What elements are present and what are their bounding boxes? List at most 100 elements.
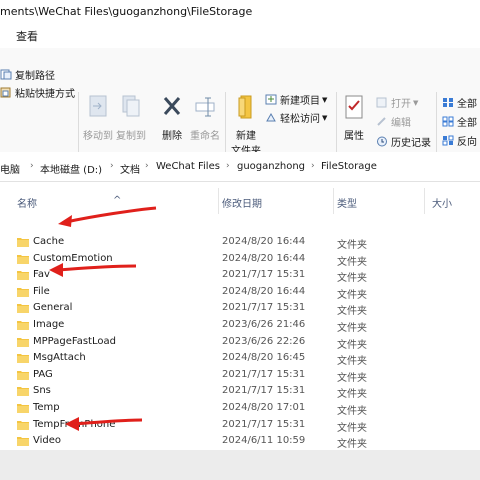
select-all-button[interactable]: 全部 bbox=[442, 95, 477, 110]
column-name-header[interactable]: 名称 bbox=[17, 195, 37, 210]
column-size-header[interactable]: 大小 bbox=[432, 195, 452, 210]
column-divider[interactable] bbox=[333, 188, 334, 214]
edit-button[interactable]: 编辑 bbox=[376, 114, 411, 129]
move-to-icon bbox=[89, 95, 107, 117]
column-divider[interactable] bbox=[424, 188, 425, 214]
select-none-button[interactable]: 全部 bbox=[442, 114, 477, 129]
file-row[interactable]: File 2024/8/20 16:44 文件夹 bbox=[0, 284, 480, 301]
file-row[interactable]: Fav 2021/7/17 15:31 文件夹 bbox=[0, 267, 480, 284]
breadcrumb-wechat-files[interactable]: WeChat Files bbox=[156, 161, 220, 172]
folder-icon bbox=[17, 404, 29, 413]
file-name: General bbox=[33, 302, 73, 314]
copy-to-button[interactable]: 复制到 bbox=[116, 94, 146, 142]
chevron-down-icon: ▼ bbox=[322, 95, 328, 104]
file-row[interactable]: General 2021/7/17 15:31 文件夹 bbox=[0, 300, 480, 317]
file-modified-date: 2021/7/17 15:31 bbox=[222, 302, 306, 314]
easy-access-button[interactable]: 轻松访问 ▼ bbox=[265, 110, 327, 125]
new-folder-icon bbox=[238, 95, 252, 119]
breadcrumb-filestorage[interactable]: FileStorage bbox=[321, 161, 377, 172]
folder-icon bbox=[17, 337, 29, 347]
folder-icon bbox=[17, 287, 29, 297]
breadcrumb-this-pc[interactable]: 电脑 bbox=[0, 161, 20, 176]
chevron-down-icon: ▼ bbox=[413, 98, 419, 107]
file-name: CustomEmotion bbox=[33, 252, 113, 264]
file-name: Fav bbox=[33, 269, 50, 281]
breadcrumb-user[interactable]: guoganzhong bbox=[237, 161, 305, 172]
chevron-right-icon: › bbox=[110, 161, 114, 171]
delete-icon bbox=[163, 97, 181, 115]
file-row[interactable]: Video 2024/6/11 10:59 文件夹 bbox=[0, 433, 480, 450]
file-modified-date: 2023/6/26 22:26 bbox=[222, 335, 306, 347]
column-header-row: ^ 名称 修改日期 类型 大小 bbox=[0, 188, 480, 214]
open-button[interactable]: 打开 ▼ bbox=[376, 95, 418, 110]
file-row[interactable]: TempFromPhone 2021/7/17 15:31 文件夹 bbox=[0, 417, 480, 434]
rename-icon bbox=[195, 97, 215, 117]
properties-button[interactable]: 属性 bbox=[340, 94, 368, 142]
delete-button[interactable]: 删除 bbox=[159, 94, 185, 142]
folder-icon bbox=[17, 370, 29, 380]
new-item-icon bbox=[265, 94, 277, 105]
file-row[interactable]: PAG 2021/7/17 15:31 文件夹 bbox=[0, 367, 480, 384]
edit-icon bbox=[377, 117, 386, 126]
column-date-header[interactable]: 修改日期 bbox=[222, 195, 262, 210]
breadcrumb[interactable]: 电脑 › 本地磁盘 (D:) › 文档 › WeChat Files › guo… bbox=[0, 152, 480, 182]
tab-view[interactable]: 查看 bbox=[16, 28, 38, 44]
paste-shortcut-label: 粘贴快捷方式 bbox=[15, 89, 75, 100]
open-label: 打开 bbox=[391, 99, 411, 110]
file-type: 文件夹 bbox=[337, 372, 367, 384]
file-modified-date: 2024/8/20 17:01 bbox=[222, 402, 306, 413]
file-modified-date: 2024/8/20 16:44 bbox=[222, 236, 306, 247]
select-all-label: 全部 bbox=[457, 99, 477, 110]
file-name: Temp bbox=[33, 402, 60, 413]
file-row[interactable]: MsgAttach 2024/8/20 16:45 文件夹 bbox=[0, 350, 480, 367]
file-name: Sns bbox=[33, 385, 51, 397]
column-divider[interactable] bbox=[218, 188, 219, 214]
breadcrumb-documents[interactable]: 文档 bbox=[120, 161, 140, 176]
history-button[interactable]: 历史记录 bbox=[376, 134, 431, 149]
file-type: 文件夹 bbox=[337, 406, 367, 417]
file-modified-date: 2024/8/20 16:44 bbox=[222, 285, 306, 297]
file-list: ^ 名称 修改日期 类型 大小 Cache 2024/8/20 16:44 文件夹 C… bbox=[0, 188, 480, 450]
chevron-down-icon: ▼ bbox=[322, 113, 328, 122]
file-modified-date: 2021/7/17 15:31 bbox=[222, 385, 306, 397]
invert-selection-icon bbox=[442, 135, 454, 146]
column-type-header[interactable]: 类型 bbox=[337, 195, 357, 210]
move-to-button[interactable]: 移动到 bbox=[83, 94, 113, 142]
file-name: File bbox=[33, 285, 50, 297]
open-icon bbox=[376, 97, 387, 108]
copy-path-icon bbox=[0, 69, 12, 80]
file-row[interactable]: Cache 2024/8/20 16:44 文件夹 bbox=[0, 234, 480, 251]
easy-access-icon bbox=[266, 112, 276, 122]
select-all-icon bbox=[443, 98, 453, 107]
new-folder-button[interactable]: 新建 文件夹 bbox=[230, 94, 262, 157]
chevron-right-icon: › bbox=[30, 161, 34, 171]
file-modified-date: 2024/8/20 16:45 bbox=[222, 352, 306, 364]
file-modified-date: 2024/6/11 10:59 bbox=[222, 435, 306, 447]
file-row[interactable]: CustomEmotion 2024/8/20 16:44 文件夹 bbox=[0, 251, 480, 268]
invert-selection-button[interactable]: 反向 bbox=[442, 133, 477, 148]
folder-icon bbox=[17, 254, 29, 264]
sort-ascending-icon: ^ bbox=[113, 195, 122, 206]
history-icon bbox=[377, 136, 387, 147]
new-folder-label-1: 新建 bbox=[236, 131, 256, 142]
file-explorer-window: 查看 复制路径 粘贴快捷方式 移动到 复制到 删除 重命名 新建 新建项目 ▼ … bbox=[0, 22, 480, 450]
copy-path-button[interactable]: 复制路径 bbox=[0, 67, 55, 82]
new-item-button[interactable]: 新建项目 ▼ bbox=[265, 92, 327, 107]
file-row[interactable]: MPPageFastLoad 2023/6/26 22:26 文件夹 bbox=[0, 334, 480, 351]
file-type: 文件夹 bbox=[337, 273, 367, 285]
folder-icon bbox=[17, 321, 29, 330]
folder-icon bbox=[17, 437, 29, 447]
file-type: 文件夹 bbox=[337, 240, 367, 251]
file-type: 文件夹 bbox=[337, 289, 367, 301]
file-modified-date: 2021/7/17 15:31 bbox=[222, 269, 306, 281]
file-modified-date: 2021/7/17 15:31 bbox=[222, 368, 306, 380]
file-name: MsgAttach bbox=[33, 352, 86, 364]
file-row[interactable]: Image 2023/6/26 21:46 文件夹 bbox=[0, 317, 480, 334]
file-row[interactable]: Temp 2024/8/20 17:01 文件夹 bbox=[0, 400, 480, 417]
rename-button[interactable]: 重命名 bbox=[189, 94, 221, 142]
folder-icon bbox=[17, 387, 29, 397]
chevron-right-icon: › bbox=[145, 161, 149, 171]
paste-shortcut-button[interactable]: 粘贴快捷方式 bbox=[0, 85, 75, 100]
breadcrumb-local-disk[interactable]: 本地磁盘 (D:) bbox=[40, 161, 102, 176]
file-row[interactable]: Sns 2021/7/17 15:31 文件夹 bbox=[0, 383, 480, 400]
